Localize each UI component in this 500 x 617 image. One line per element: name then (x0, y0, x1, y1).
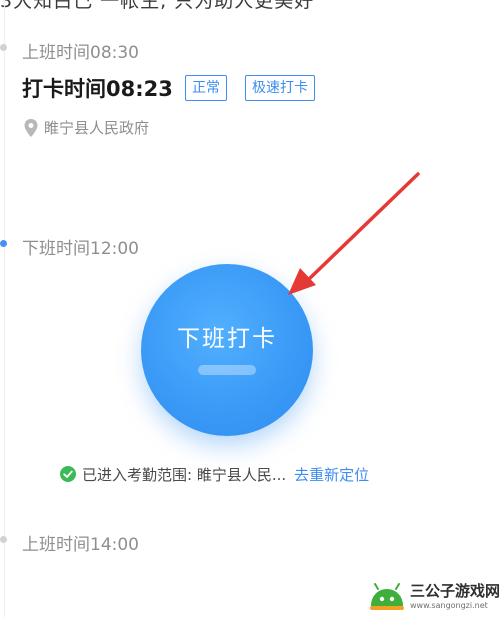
location-pin-icon (24, 119, 38, 137)
status-tag-fast-punch: 极速打卡 (245, 75, 315, 101)
timeline-line (4, 0, 5, 617)
site-watermark: 三公子游戏网 www.sangongzi.net (368, 576, 500, 617)
watermark-url: www.sangongzi.net (409, 600, 488, 610)
timeline-dot-3 (0, 536, 7, 543)
top-cut-text: 3大知白己 一帐生, 只为助人更美好 (0, 0, 315, 12)
watermark-title: 三公子游戏网 (409, 581, 500, 600)
shift-label-morning-start: 上班时间08:30 (22, 43, 139, 63)
status-tag-normal: 正常 (185, 75, 227, 101)
check-circle-icon (60, 466, 76, 482)
punch-location: 睢宁县人民政府 (44, 119, 150, 137)
attendance-status: 已进入考勤范围: 睢宁县人民... 去重新定位 (60, 462, 369, 486)
clock-out-button-subtext-blur (198, 365, 256, 375)
relocate-link[interactable]: 去重新定位 (294, 464, 369, 485)
punch-time-record: 打卡时间08:23 (22, 77, 173, 101)
timeline-dot-2 (0, 240, 7, 247)
attendance-range-text: 已进入考勤范围: 睢宁县人民... (82, 465, 287, 484)
shift-label-morning-end: 下班时间12:00 (22, 239, 139, 259)
shift-label-afternoon-start: 上班时间14:00 (22, 535, 139, 555)
clock-out-button[interactable]: 下班打卡 (141, 264, 313, 436)
clock-out-button-label: 下班打卡 (177, 326, 277, 352)
sangongzi-logo-icon (369, 582, 404, 610)
timeline-dot-1 (0, 44, 7, 51)
